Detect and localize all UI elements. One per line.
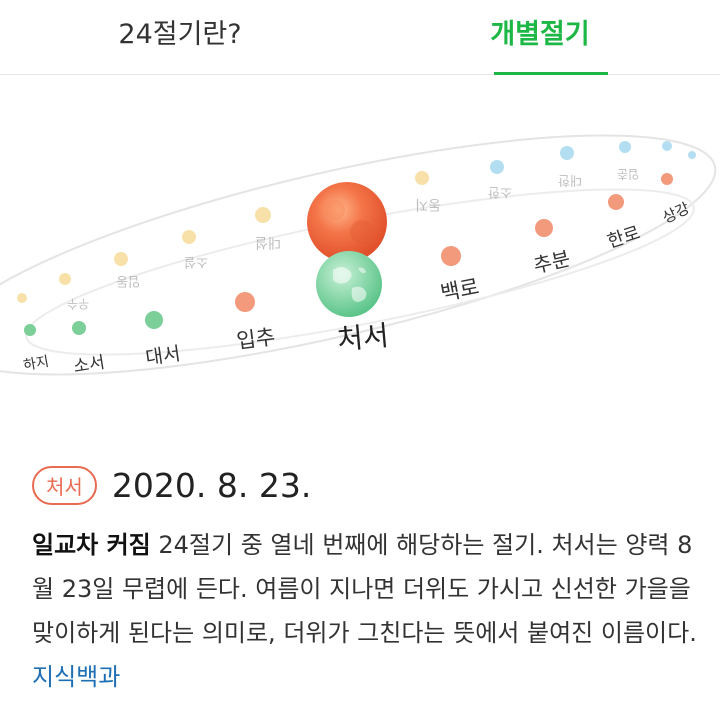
back-term-label: 우수 <box>67 297 89 311</box>
earth <box>316 251 382 317</box>
term-detail: 처서 2020. 8. 23. 일교차 커짐 24절기 중 열네 번째에 해당하… <box>32 466 702 699</box>
term-dot-soseo[interactable] <box>72 321 86 335</box>
sun <box>307 182 387 262</box>
term-dot <box>688 151 696 159</box>
back-term-label: 대설 <box>255 234 281 250</box>
back-term-label: 소한 <box>488 184 512 199</box>
sun-texture <box>325 200 345 220</box>
term-description: 일교차 커짐 24절기 중 열네 번째에 해당하는 절기. 처서는 양력 8월 … <box>32 523 702 699</box>
term-dot <box>662 141 672 151</box>
term-dot <box>619 141 631 153</box>
term-dot <box>114 252 128 266</box>
back-term-label: 입동 <box>116 273 140 288</box>
back-term-label: 소설 <box>184 254 208 269</box>
term-date: 2020. 8. 23. <box>111 466 312 505</box>
term-dot-chubun[interactable] <box>535 219 553 237</box>
term-dot <box>17 293 27 303</box>
term-dot-hanro[interactable] <box>608 194 624 210</box>
term-dot-haji[interactable] <box>24 324 36 336</box>
term-dot-baengno[interactable] <box>441 246 461 266</box>
back-term-label: 입춘 <box>617 167 639 181</box>
term-dot <box>415 171 429 185</box>
term-dot-sanggang[interactable] <box>661 173 673 185</box>
sun-texture <box>350 220 374 244</box>
term-label-ipchu[interactable]: 입추 <box>235 325 276 354</box>
term-keyword: 일교차 커짐 <box>32 531 151 559</box>
term-dot <box>59 273 71 285</box>
term-label-chubun[interactable]: 추분 <box>531 246 572 278</box>
encyclopedia-link[interactable]: 지식백과 <box>32 663 120 691</box>
tab-individual-terms[interactable]: 개별절기 <box>360 0 720 74</box>
term-label-sanggang[interactable]: 상강 <box>660 199 693 227</box>
solar-terms-orbit: 우수 입동 소설 대설 동지 소한 대한 입춘 하지 소서 대서 입추 백로 추… <box>0 134 717 377</box>
term-dot <box>490 160 504 174</box>
term-header: 처서 2020. 8. 23. <box>32 466 702 505</box>
term-dot <box>560 146 574 160</box>
current-term-label: 처서 <box>336 319 390 356</box>
term-badge: 처서 <box>32 466 97 505</box>
term-label-haji[interactable]: 하지 <box>22 354 50 374</box>
back-term-label: 동지 <box>415 196 441 212</box>
tab-about-24-terms[interactable]: 24절기란? <box>0 0 360 74</box>
term-dot <box>182 230 196 244</box>
back-term-label: 대한 <box>558 172 582 187</box>
earth-current-position[interactable] <box>316 251 382 317</box>
term-dot-ipchu[interactable] <box>235 292 255 312</box>
term-dot <box>255 207 271 223</box>
tab-bar: 24절기란? 개별절기 <box>0 0 720 75</box>
term-dot-daeseo[interactable] <box>145 311 163 329</box>
